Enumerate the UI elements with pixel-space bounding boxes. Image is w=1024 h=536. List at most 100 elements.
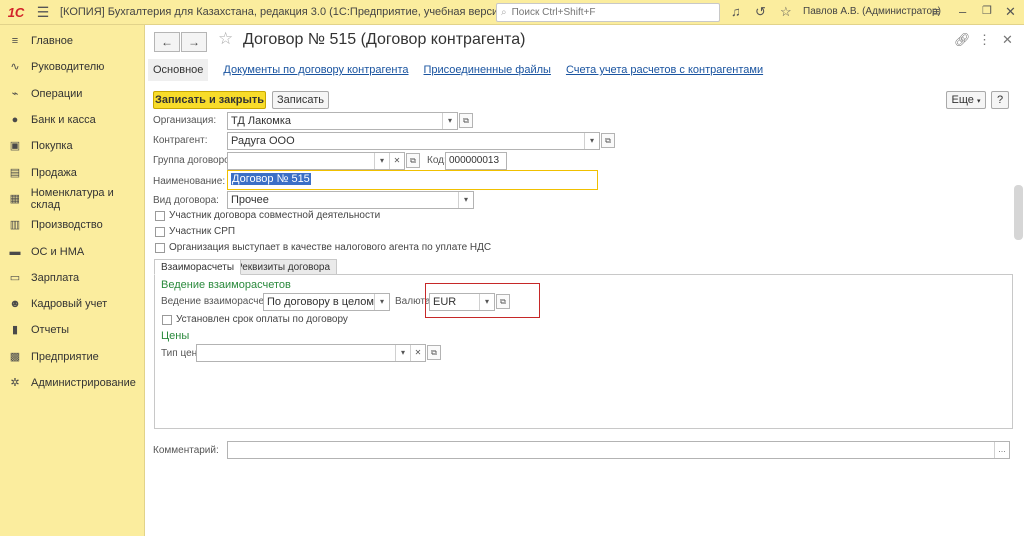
current-user[interactable]: Павлов А.В. (Администратор) (803, 6, 941, 17)
search-input[interactable] (509, 6, 710, 19)
global-search[interactable]: ⌕ (496, 3, 720, 22)
sidebar-item-label: Отчеты (31, 324, 70, 337)
app-logo: 1С (7, 4, 25, 20)
minimize-icon[interactable]: – (959, 4, 966, 19)
sidebar-item-bank[interactable]: ● Банк и касса (0, 107, 144, 133)
clear-icon[interactable]: ✕ (410, 345, 425, 361)
dropdown-icon[interactable]: ▾ (584, 133, 599, 149)
code-label: Код: (427, 155, 447, 166)
dropdown-icon[interactable]: ▾ (458, 192, 473, 208)
sidebar-item-label: Руководителю (31, 61, 105, 74)
building-icon: ▩ (9, 350, 21, 363)
tab-contract-details[interactable]: Реквизиты договора (229, 259, 338, 275)
sidebar-item-main[interactable]: ≡ Главное (0, 28, 144, 54)
more-vertical-icon[interactable]: ⋮ (978, 32, 991, 48)
joint-activity-label: Участник договора совместной деятельност… (169, 210, 381, 221)
comment-field[interactable]: … (227, 441, 1010, 459)
tax-agent-label: Организация выступает в качестве налогов… (169, 242, 492, 253)
counterparty-field[interactable]: Радуга ООО ▾ (227, 132, 600, 150)
favorite-star-icon[interactable]: ☆ (218, 29, 233, 49)
bell-icon[interactable]: ♫ (731, 4, 741, 19)
restore-icon[interactable]: ❐ (982, 4, 992, 17)
tab-accounts[interactable]: Счета учета расчетов с контрагентами (566, 64, 763, 76)
sidebar-item-label: Операции (31, 87, 83, 100)
history-icon[interactable]: ↺ (755, 4, 766, 20)
sidebar-item-reports[interactable]: ▮ Отчеты (0, 317, 144, 343)
sidebar-item-label: Кадровый учет (31, 298, 108, 311)
factory-icon: ▥ (9, 219, 21, 232)
gear-icon: ✲ (10, 377, 20, 389)
ellipsis-icon[interactable]: … (994, 442, 1009, 458)
dropdown-icon[interactable]: ▾ (442, 113, 457, 129)
dropdown-icon[interactable]: ▾ (395, 345, 410, 361)
close-icon[interactable]: ✕ (1005, 4, 1016, 20)
back-button[interactable]: ← (154, 32, 180, 52)
arrow-right-icon: → (188, 35, 200, 49)
sidebar-item-label: Банк и касса (31, 114, 96, 127)
sidebar-item-production[interactable]: ▥ Производство (0, 212, 144, 238)
form-scrollbar[interactable] (1014, 185, 1023, 240)
name-label: Наименование: (153, 176, 226, 187)
code-field[interactable]: 000000013 (445, 152, 507, 170)
dropdown-icon[interactable]: ▾ (374, 153, 389, 169)
payment-term-label: Установлен срок оплаты по договору (176, 314, 348, 325)
sidebar-item-manager[interactable]: ∿ Руководителю (0, 54, 144, 80)
form-tabs: Основное Документы по договору контраген… (148, 58, 778, 82)
type-label: Вид договора: (153, 195, 219, 206)
prices-group-title: Цены (161, 330, 190, 342)
organization-label: Организация: (153, 115, 217, 126)
page-title: Договор № 515 (Договор контрагента) (243, 31, 526, 48)
document-form: ← → ☆ Договор № 515 (Договор контрагента… (146, 25, 1024, 536)
help-button[interactable]: ? (991, 91, 1009, 109)
sidebar-item-admin[interactable]: ✲ Администрирование (0, 370, 144, 396)
sidebar-item-label: Главное (31, 35, 74, 48)
sidebar-item-label: Покупка (31, 140, 73, 153)
bar-chart-icon: ▮ (11, 324, 19, 337)
organization-field[interactable]: ТД Лакомка ▾ (227, 112, 458, 130)
sidebar-item-hr[interactable]: ☻ Кадровый учет (0, 291, 144, 317)
save-button[interactable]: Записать (272, 91, 329, 109)
tab-settlements[interactable]: Взаиморасчеты (154, 259, 242, 275)
settlements-mode-select[interactable]: По договору в целом ▾ (263, 293, 390, 311)
contract-type-select[interactable]: Прочее ▾ (227, 191, 474, 209)
group-field[interactable]: ▾ ✕ (227, 152, 405, 170)
bag-icon: ▤ (9, 166, 21, 179)
type-value: Прочее (231, 194, 269, 206)
favorites-icon[interactable]: ☆ (780, 4, 792, 20)
cart-icon: ▣ (9, 140, 21, 153)
sidebar-item-sales[interactable]: ▤ Продажа (0, 159, 144, 185)
forward-button[interactable]: → (181, 32, 207, 52)
open-icon[interactable]: ⧉ (459, 113, 473, 128)
main-menu-icon[interactable]: ☰ (32, 4, 54, 21)
open-icon[interactable]: ⧉ (427, 345, 441, 360)
sidebar-item-purchase[interactable]: ▣ Покупка (0, 133, 144, 159)
price-type-label: Тип цен: (161, 348, 200, 359)
more-button[interactable]: Еще ▾ (946, 91, 986, 109)
name-field[interactable]: Договор № 515 (227, 170, 598, 190)
sidebar-item-salary[interactable]: ▭ Зарплата (0, 265, 144, 291)
sidebar-item-operations[interactable]: ⌁ Операции (0, 81, 144, 107)
srp-checkbox[interactable] (155, 227, 165, 237)
sidebar-item-label: Предприятие (31, 350, 99, 363)
open-icon[interactable]: ⧉ (406, 153, 420, 168)
tab-documents[interactable]: Документы по договору контрагента (223, 64, 408, 76)
payment-term-checkbox[interactable] (162, 315, 172, 325)
open-icon[interactable]: ⧉ (601, 133, 615, 148)
save-and-close-button[interactable]: Записать и закрыть (153, 91, 266, 109)
dropdown-icon[interactable]: ▾ (374, 294, 389, 310)
link-icon[interactable]: 🔗︎ (954, 32, 971, 48)
sidebar-item-stock[interactable]: ▦ Номенклатура и склад (0, 186, 144, 212)
price-type-field[interactable]: ▾ ✕ (196, 344, 426, 362)
sidebar-item-assets[interactable]: ▬ ОС и НМА (0, 238, 144, 264)
truck-icon: ▬ (9, 245, 21, 258)
sidebar-item-enterprise[interactable]: ▩ Предприятие (0, 344, 144, 370)
tab-main[interactable]: Основное (148, 59, 209, 81)
tax-agent-checkbox[interactable] (155, 243, 165, 253)
close-form-icon[interactable]: ✕ (1002, 32, 1013, 48)
settings-menu-icon[interactable]: ≡ (932, 4, 940, 19)
chart-line-icon: ∿ (10, 61, 20, 74)
settlements-mode-value: По договору в целом (267, 296, 374, 308)
clear-icon[interactable]: ✕ (389, 153, 404, 169)
tab-attached-files[interactable]: Присоединенные файлы (424, 64, 551, 76)
joint-activity-checkbox[interactable] (155, 211, 165, 221)
